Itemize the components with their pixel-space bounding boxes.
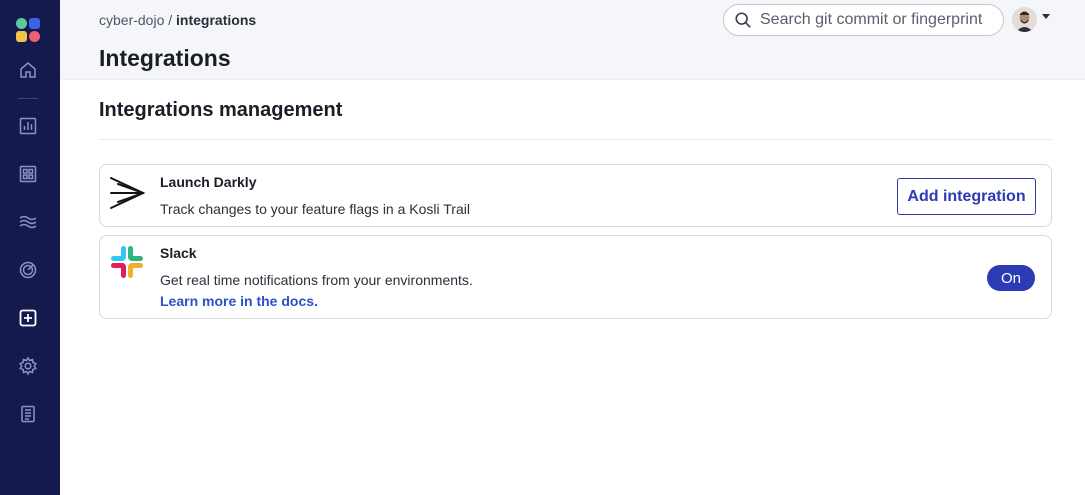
grid-icon[interactable] bbox=[17, 163, 39, 185]
section-title: Integrations management bbox=[99, 99, 343, 121]
docs-link[interactable]: Learn more in the docs. bbox=[160, 293, 318, 309]
target-icon[interactable] bbox=[17, 259, 39, 281]
breadcrumb-org[interactable]: cyber-dojo bbox=[99, 12, 164, 28]
waves-icon[interactable] bbox=[17, 211, 39, 233]
slack-status-toggle[interactable]: On bbox=[987, 265, 1035, 291]
integration-description: Track changes to your feature flags in a… bbox=[160, 201, 470, 217]
integration-card-launchdarkly: Launch Darkly Track changes to your feat… bbox=[99, 164, 1052, 227]
breadcrumb: cyber-dojo / integrations bbox=[99, 12, 256, 28]
integration-card-slack: Slack Get real time notifications from y… bbox=[99, 235, 1052, 319]
breadcrumb-separator: / bbox=[168, 12, 173, 28]
breadcrumb-current: integrations bbox=[176, 12, 257, 28]
gear-icon[interactable] bbox=[17, 355, 39, 377]
add-integration-button[interactable]: Add integration bbox=[897, 178, 1036, 215]
home-icon[interactable] bbox=[17, 59, 39, 81]
integration-name: Slack bbox=[160, 245, 197, 261]
nav-divider bbox=[18, 98, 38, 99]
plus-square-icon[interactable] bbox=[17, 307, 39, 329]
document-icon[interactable] bbox=[17, 403, 39, 425]
integration-description: Get real time notifications from your en… bbox=[160, 272, 473, 288]
bar-chart-icon[interactable] bbox=[17, 115, 39, 137]
search-icon bbox=[735, 12, 751, 28]
section-divider bbox=[99, 139, 1052, 140]
integration-name: Launch Darkly bbox=[160, 174, 257, 190]
slack-icon bbox=[108, 243, 146, 281]
search-box[interactable] bbox=[723, 4, 1004, 36]
search-input[interactable] bbox=[760, 11, 1000, 29]
avatar[interactable] bbox=[1012, 7, 1037, 32]
page-title: Integrations bbox=[99, 45, 231, 71]
chevron-down-icon[interactable] bbox=[1042, 14, 1050, 19]
page-header: cyber-dojo / integrations Integrations bbox=[60, 0, 1085, 80]
kosli-logo[interactable] bbox=[16, 18, 40, 42]
sidebar bbox=[0, 0, 60, 495]
launchdarkly-icon bbox=[108, 174, 146, 212]
